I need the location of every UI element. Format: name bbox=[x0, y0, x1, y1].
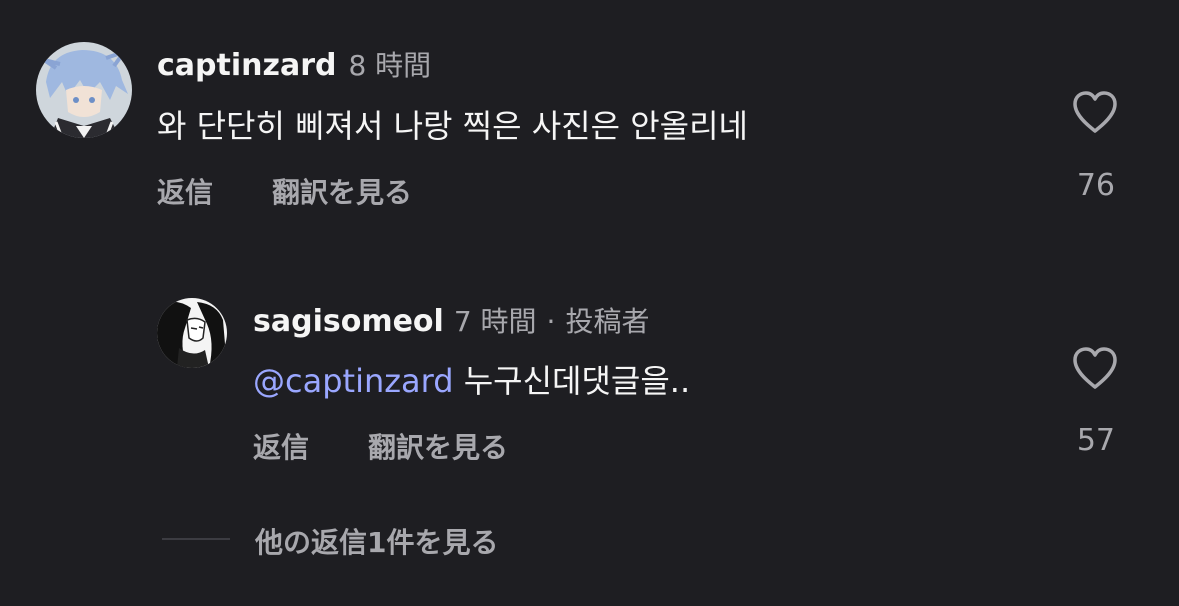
reply-button[interactable]: 返信 bbox=[253, 426, 309, 466]
reply-header: sagisomeol 7 時間 · 投稿者 bbox=[253, 300, 649, 340]
like-count: 76 bbox=[1076, 168, 1115, 203]
view-more-replies-button[interactable]: 他の返信1件を見る bbox=[255, 521, 498, 561]
see-translation-button[interactable]: 翻訳を見る bbox=[272, 171, 412, 211]
reply-body: 누구신데댓글을.. bbox=[453, 362, 691, 400]
heart-icon[interactable] bbox=[1071, 346, 1119, 390]
reply-timestamp: 7 時間 bbox=[453, 305, 537, 338]
reply-username[interactable]: sagisomeol bbox=[253, 304, 444, 339]
reply-button[interactable]: 返信 bbox=[157, 171, 213, 211]
meta-separator: · bbox=[546, 305, 556, 338]
mention-link[interactable]: @captinzard bbox=[253, 362, 454, 400]
see-translation-button[interactable]: 翻訳を見る bbox=[368, 426, 508, 466]
avatar[interactable] bbox=[157, 298, 227, 368]
comment-username[interactable]: captinzard bbox=[157, 48, 336, 83]
comment-timestamp: 8 時間 bbox=[348, 49, 432, 82]
avatar[interactable] bbox=[36, 42, 132, 138]
reply-text: @captinzard 누구신데댓글을.. bbox=[253, 356, 690, 402]
replies-divider bbox=[162, 538, 230, 540]
like-count: 57 bbox=[1076, 423, 1115, 458]
heart-icon[interactable] bbox=[1071, 90, 1119, 134]
comment-text: 와 단단히 삐져서 나랑 찍은 사진은 안올리네 bbox=[157, 107, 748, 145]
comment-header: captinzard 8 時間 bbox=[157, 44, 431, 84]
author-badge: 投稿者 bbox=[565, 305, 650, 338]
